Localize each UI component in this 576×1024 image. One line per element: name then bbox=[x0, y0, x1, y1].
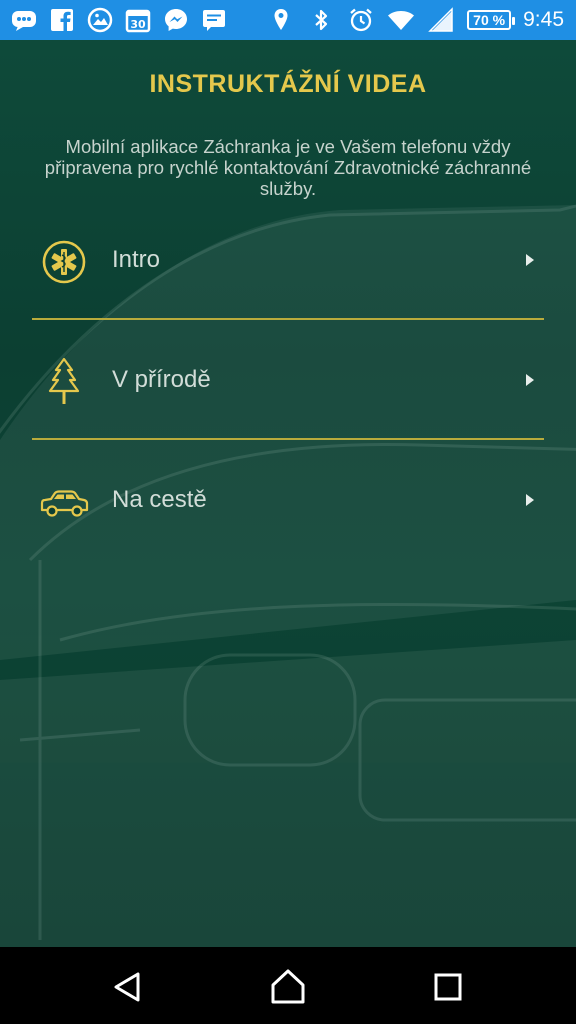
status-bar: 30 70 % 9:45 bbox=[0, 0, 576, 40]
page-subtitle: Mobilní aplikace Záchranka je ve Vašem t… bbox=[44, 136, 532, 199]
menu-item-na-ceste[interactable]: Na cestě bbox=[0, 440, 576, 560]
calendar-day: 30 bbox=[130, 18, 146, 31]
video-menu: Intro V přírodě Na cestě bbox=[0, 200, 576, 560]
bluetooth-icon bbox=[307, 6, 335, 34]
system-icons: 70 % 9:45 bbox=[267, 0, 564, 40]
page-title: INSTRUKTÁŽNÍ VIDEA bbox=[149, 70, 427, 98]
chevron-right-icon bbox=[524, 492, 536, 508]
back-icon[interactable] bbox=[108, 967, 148, 1007]
calendar-icon: 30 bbox=[124, 6, 152, 34]
menu-item-label: Intro bbox=[112, 246, 161, 273]
notification-icons: 30 bbox=[10, 0, 228, 40]
message-icon bbox=[200, 6, 228, 34]
main-content: INSTRUKTÁŽNÍ VIDEA Mobilní aplikace Zách… bbox=[0, 40, 576, 947]
messenger-icon bbox=[162, 6, 190, 34]
alarm-icon bbox=[347, 6, 375, 34]
chat-bubble-icon bbox=[10, 6, 38, 34]
menu-item-label: Na cestě bbox=[112, 486, 207, 513]
menu-item-intro[interactable]: Intro bbox=[0, 200, 576, 320]
facebook-icon bbox=[48, 6, 76, 34]
tree-icon bbox=[38, 356, 90, 408]
location-icon bbox=[267, 6, 295, 34]
chevron-right-icon bbox=[524, 252, 536, 268]
battery-indicator: 70 % bbox=[467, 10, 516, 30]
gallery-icon bbox=[86, 6, 114, 34]
wifi-icon bbox=[387, 6, 415, 34]
home-icon[interactable] bbox=[268, 967, 308, 1007]
recents-icon[interactable] bbox=[428, 967, 468, 1007]
menu-item-label: V přírodě bbox=[112, 366, 211, 393]
clock: 9:45 bbox=[523, 8, 564, 31]
star-of-life-icon bbox=[38, 236, 90, 288]
navigation-bar bbox=[0, 947, 576, 1024]
menu-item-v-prirode[interactable]: V přírodě bbox=[0, 320, 576, 440]
signal-icon bbox=[427, 6, 455, 34]
chevron-right-icon bbox=[524, 372, 536, 388]
car-icon bbox=[38, 476, 90, 528]
